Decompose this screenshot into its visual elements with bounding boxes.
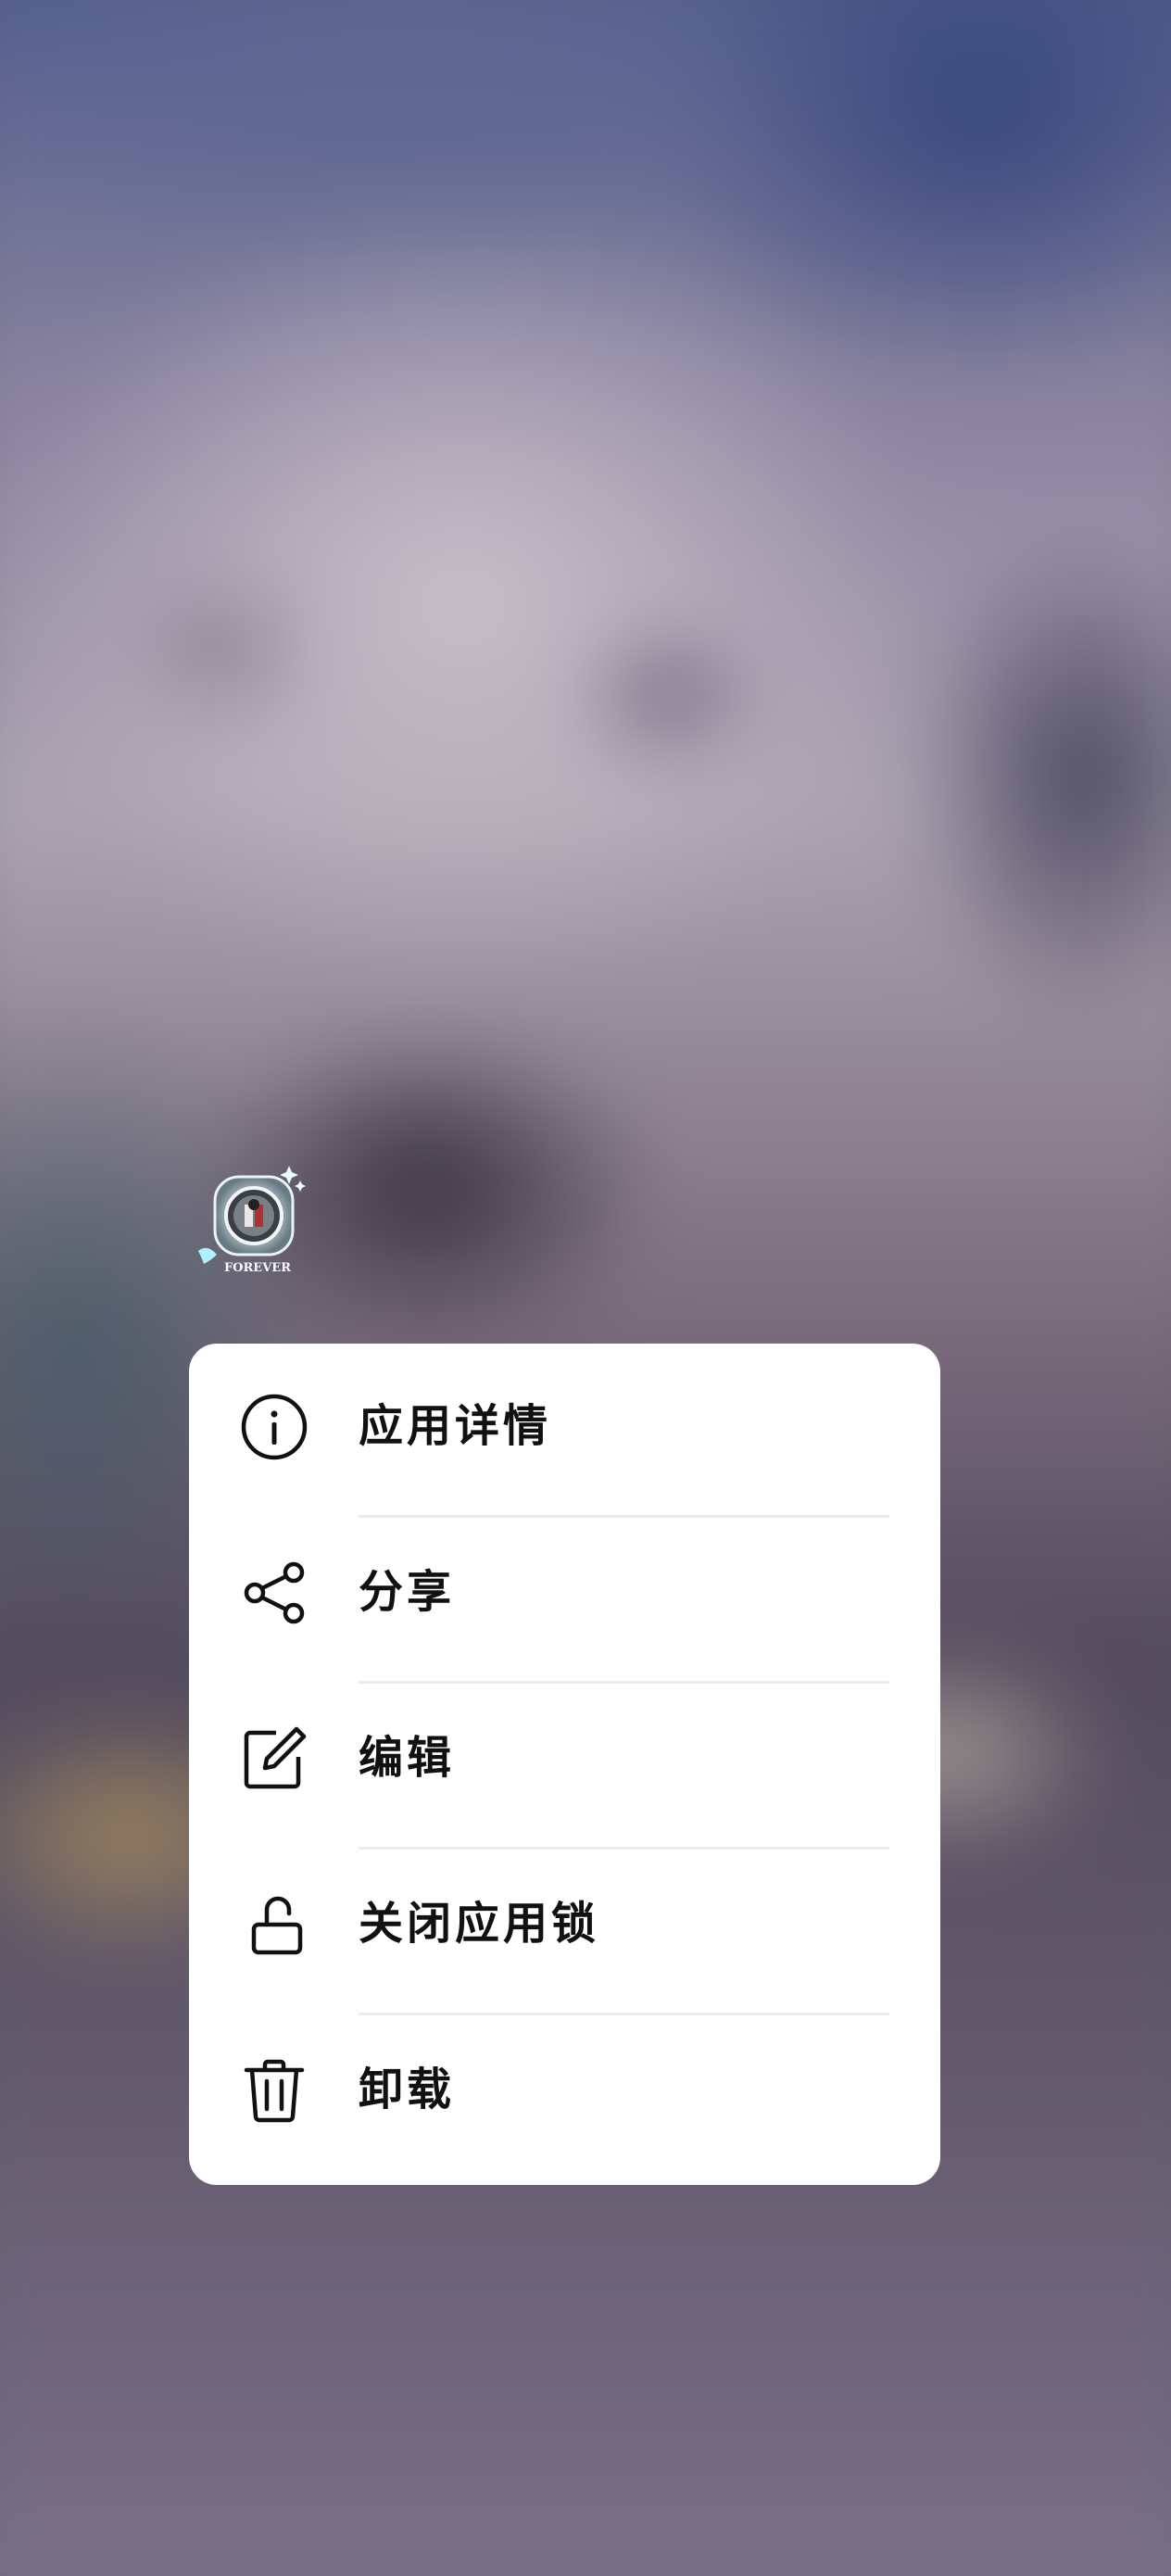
edit-icon: [241, 1725, 308, 1792]
blurred-wallpaper: [0, 0, 1171, 2576]
menu-item-app-details[interactable]: 应用详情: [189, 1344, 940, 1509]
trash-icon: [241, 2057, 308, 2124]
menu-item-share[interactable]: 分享: [189, 1509, 940, 1674]
menu-item-label: 关闭应用锁: [359, 1898, 600, 1950]
menu-item-label: 分享: [359, 1566, 456, 1618]
menu-item-label: 编辑: [359, 1732, 456, 1784]
menu-item-label: 应用详情: [359, 1400, 552, 1452]
share-icon: [241, 1559, 308, 1626]
unlock-icon: [241, 1891, 308, 1958]
menu-item-uninstall[interactable]: 卸载: [189, 2007, 940, 2172]
menu-item-label: 卸载: [359, 2064, 456, 2115]
app-context-menu: 应用详情 分享 编辑 关闭应用锁 卸载: [189, 1344, 940, 2185]
menu-item-disable-app-lock[interactable]: 关闭应用锁: [189, 1841, 940, 2006]
app-icon[interactable]: FOREVER: [196, 1158, 311, 1284]
menu-item-edit[interactable]: 编辑: [189, 1675, 940, 1840]
home-screen: FOREVER 应用详情 分享 编辑 关闭应用锁 卸载: [0, 0, 1171, 2576]
info-icon: [241, 1394, 308, 1460]
app-icon-badge-text: FOREVER: [224, 1261, 291, 1275]
